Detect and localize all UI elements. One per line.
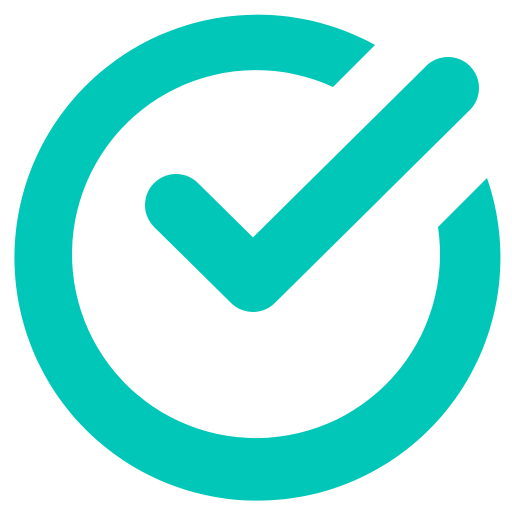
- check-circle-icon: [14, 14, 501, 501]
- icon-canvas: [0, 0, 512, 512]
- checkmark-stroke: [145, 57, 479, 312]
